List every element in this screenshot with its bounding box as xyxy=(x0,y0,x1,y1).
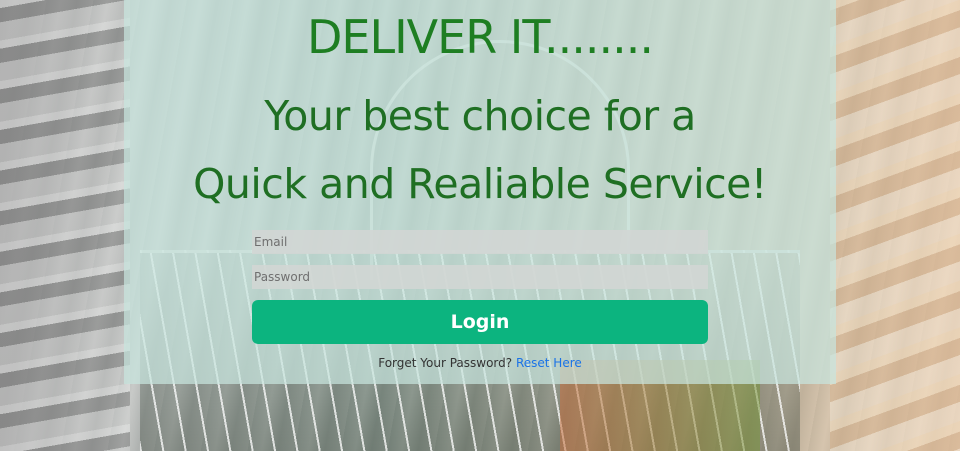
background-shelf-right xyxy=(830,0,960,451)
forgot-password-text: Forget Your Password? xyxy=(378,356,513,370)
background-shelf-left xyxy=(0,0,130,451)
forgot-password-row: Forget Your Password? Reset Here xyxy=(0,356,960,370)
tagline-line-2: Quick and Realiable Service! xyxy=(193,160,767,208)
password-field[interactable] xyxy=(252,265,708,289)
tagline-line-1: Your best choice for a xyxy=(264,92,696,140)
login-button[interactable]: Login xyxy=(252,300,708,344)
reset-password-link[interactable]: Reset Here xyxy=(516,356,582,370)
email-field[interactable] xyxy=(252,230,708,254)
page-title: DELIVER IT........ xyxy=(307,10,654,64)
